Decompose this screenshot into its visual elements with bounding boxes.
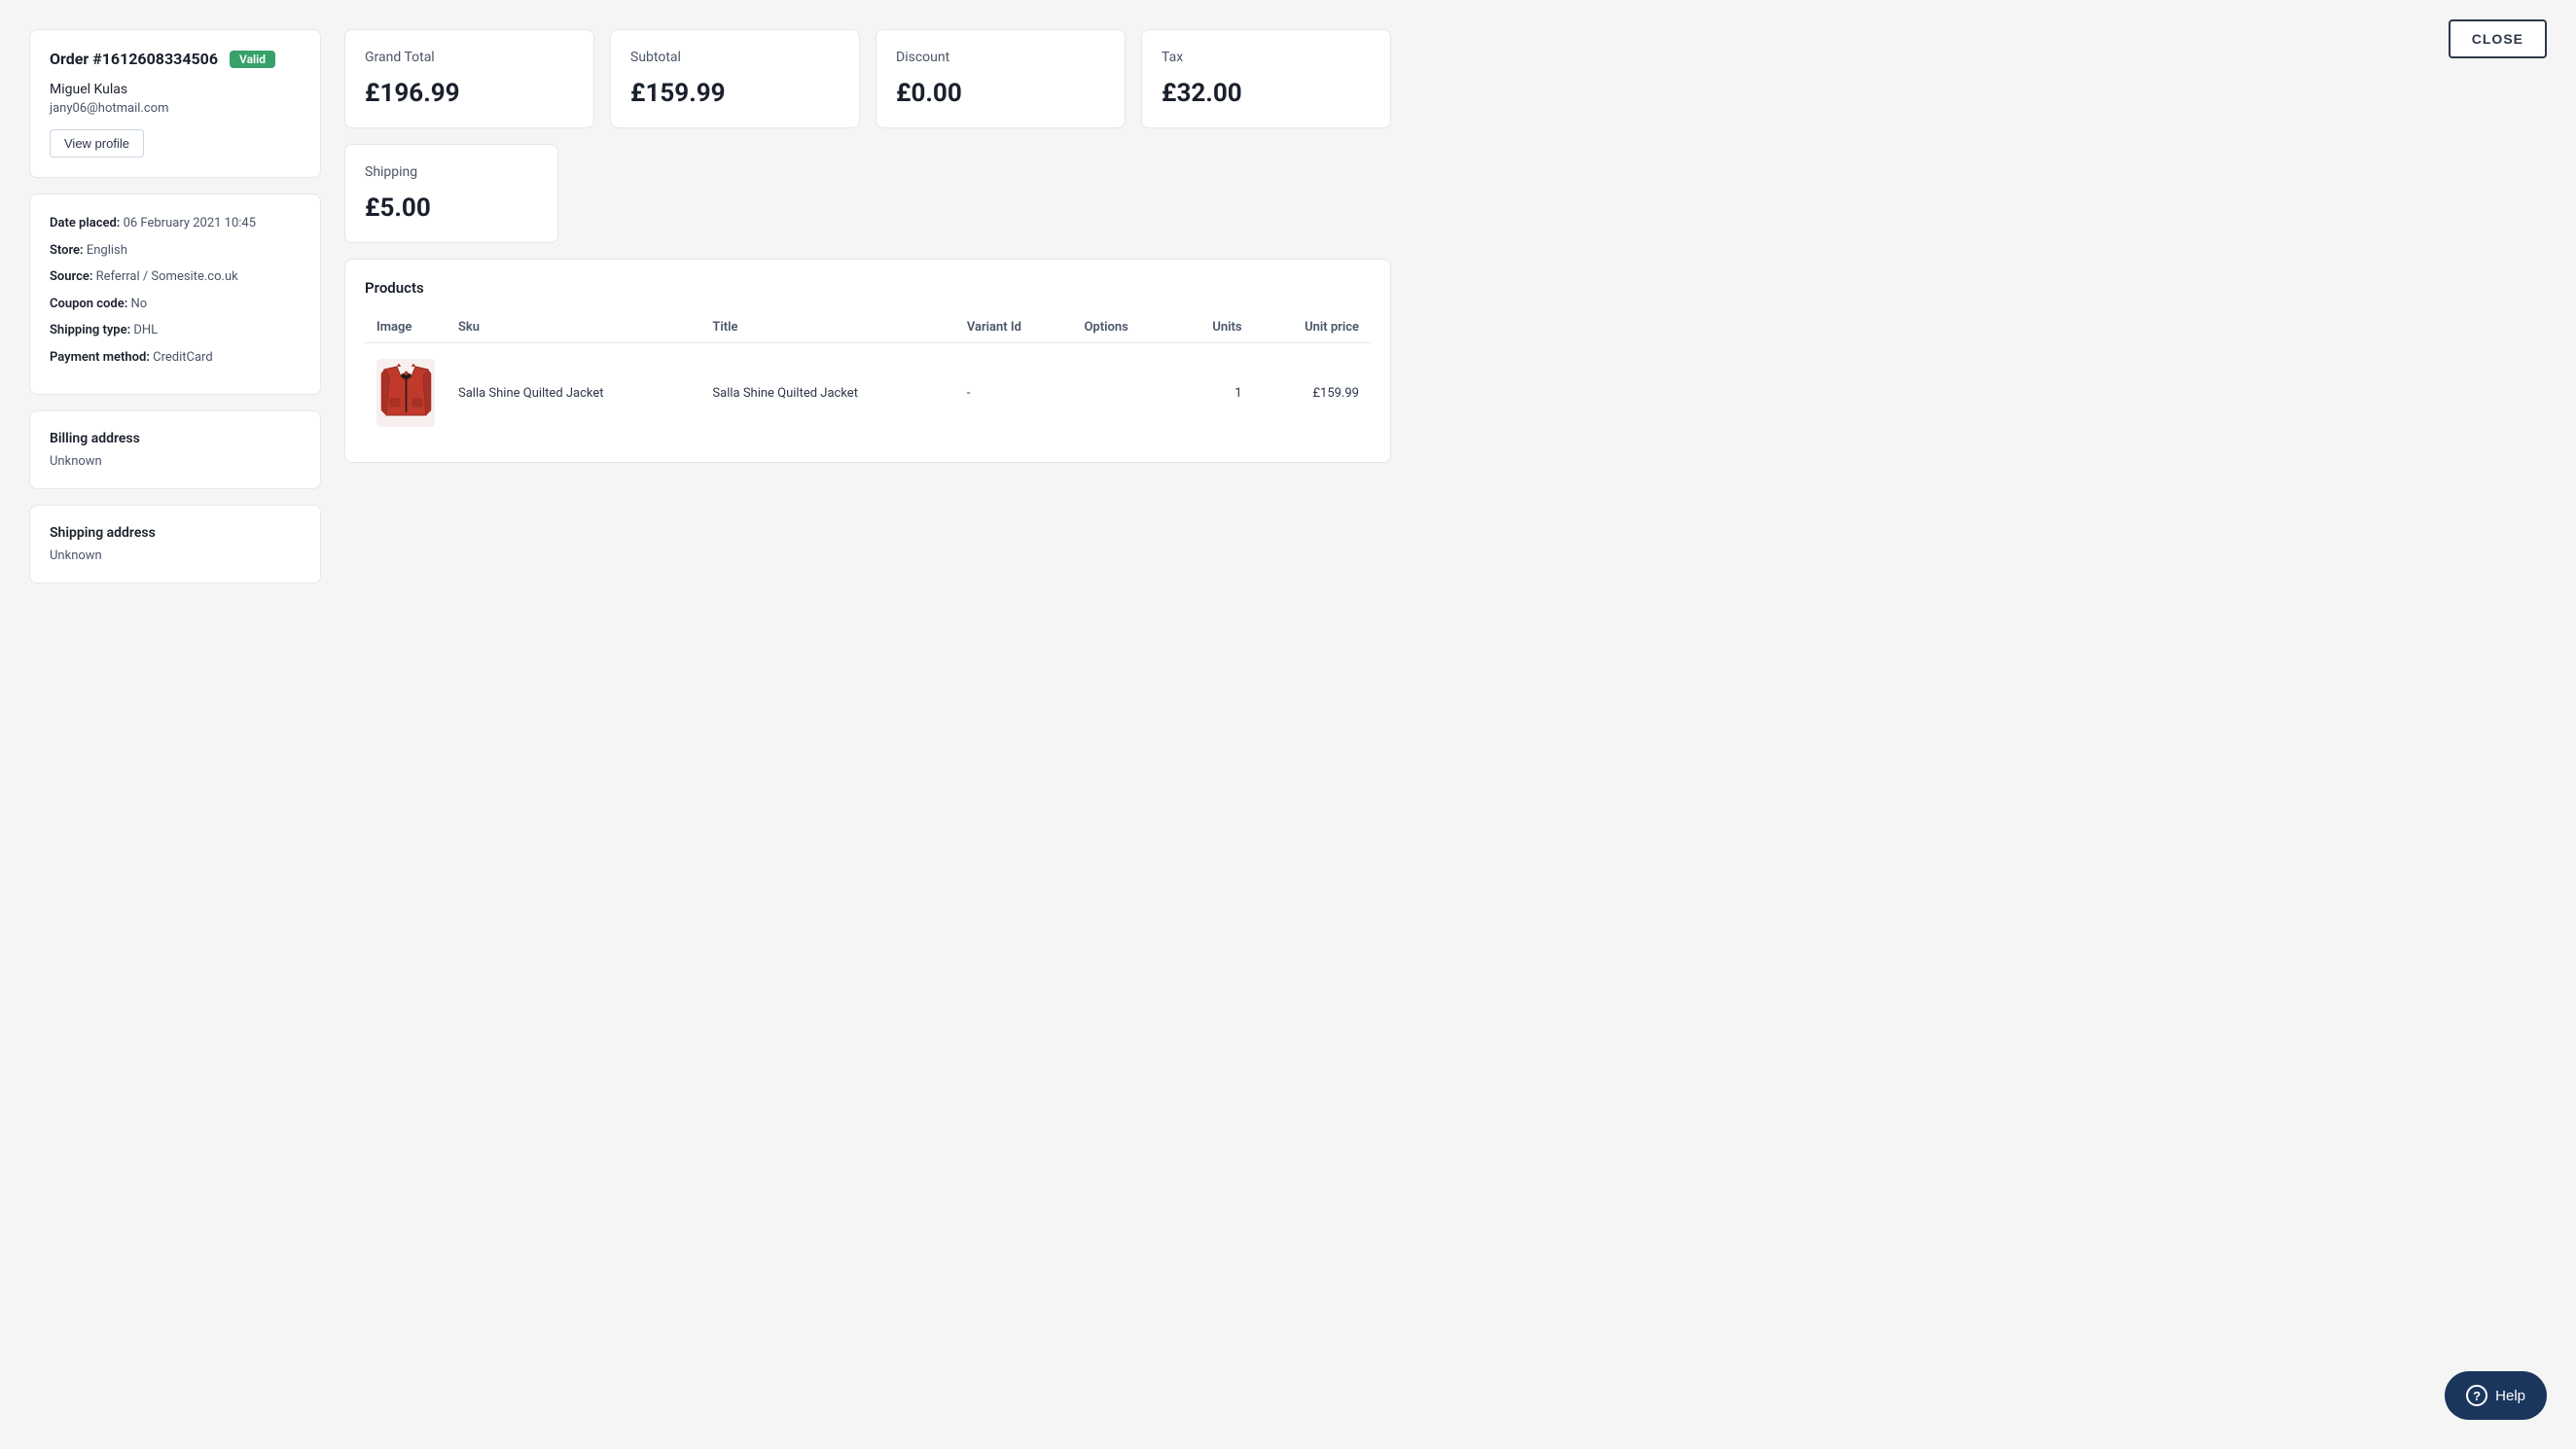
shipping-value: £5.00	[365, 194, 538, 223]
payment-method-row: Payment method: CreditCard	[50, 348, 301, 368]
col-unit-price: Unit price	[1254, 312, 1371, 343]
payment-method-value: CreditCard	[153, 350, 213, 365]
shipping-label: Shipping	[365, 164, 538, 180]
source-label: Source:	[50, 269, 92, 284]
customer-name: Miguel Kulas	[50, 82, 301, 97]
shipping-row: Shipping £5.00	[344, 144, 1391, 243]
payment-method-label: Payment method:	[50, 350, 150, 365]
tax-card: Tax £32.00	[1141, 29, 1391, 128]
billing-address-title: Billing address	[50, 431, 301, 446]
product-units: 1	[1174, 343, 1254, 443]
coupon-row: Coupon code: No	[50, 295, 301, 314]
grand-total-card: Grand Total £196.99	[344, 29, 594, 128]
help-icon: ?	[2466, 1385, 2487, 1406]
shipping-type-label: Shipping type:	[50, 323, 130, 337]
shipping-address-title: Shipping address	[50, 525, 301, 541]
col-units: Units	[1174, 312, 1254, 343]
store-value: English	[87, 243, 127, 258]
store-label: Store:	[50, 243, 84, 258]
product-unit-price: £159.99	[1254, 343, 1371, 443]
date-placed-value: 06 February 2021 10:45	[124, 216, 256, 230]
store-row: Store: English	[50, 241, 301, 261]
product-title: Salla Shine Quilted Jacket	[700, 343, 954, 443]
grand-total-value: £196.99	[365, 79, 574, 108]
shipping-type-value: DHL	[133, 323, 158, 337]
col-sku: Sku	[447, 312, 700, 343]
view-profile-button[interactable]: View profile	[50, 129, 144, 158]
col-variant-id: Variant Id	[955, 312, 1073, 343]
discount-label: Discount	[896, 50, 1105, 65]
source-value: Referral / Somesite.co.uk	[96, 269, 238, 284]
discount-card: Discount £0.00	[876, 29, 1126, 128]
products-table: Image Sku Title Variant Id Options Units…	[365, 312, 1371, 442]
products-card: Products Image Sku Title Variant Id Opti…	[344, 259, 1391, 463]
billing-address-value: Unknown	[50, 454, 301, 469]
shipping-type-row: Shipping type: DHL	[50, 321, 301, 340]
shipping-address-value: Unknown	[50, 548, 301, 563]
order-info-card: Order #1612608334506 Valid Miguel Kulas …	[29, 29, 321, 178]
subtotal-value: £159.99	[630, 79, 840, 108]
date-placed-label: Date placed:	[50, 216, 120, 230]
discount-value: £0.00	[896, 79, 1105, 108]
product-image-cell	[365, 343, 447, 443]
help-button[interactable]: ? Help	[2445, 1371, 2547, 1420]
order-header: Order #1612608334506 Valid	[50, 50, 301, 68]
left-sidebar: Order #1612608334506 Valid Miguel Kulas …	[29, 29, 321, 583]
table-row: Salla Shine Quilted Jacket Salla Shine Q…	[365, 343, 1371, 443]
product-sku: Salla Shine Quilted Jacket	[447, 343, 700, 443]
product-options	[1072, 343, 1173, 443]
col-image: Image	[365, 312, 447, 343]
date-placed-row: Date placed: 06 February 2021 10:45	[50, 214, 301, 233]
summary-row: Grand Total £196.99 Subtotal £159.99 Dis…	[344, 29, 1391, 128]
products-title: Products	[365, 279, 1371, 297]
order-title: Order #1612608334506	[50, 50, 218, 68]
tax-value: £32.00	[1162, 79, 1371, 108]
order-details-card: Date placed: 06 February 2021 10:45 Stor…	[29, 194, 321, 395]
order-status-badge: Valid	[230, 51, 275, 68]
product-image	[376, 359, 435, 427]
col-title: Title	[700, 312, 954, 343]
coupon-value: No	[131, 297, 148, 311]
help-label: Help	[2495, 1388, 2525, 1404]
shipping-card: Shipping £5.00	[344, 144, 558, 243]
source-row: Source: Referral / Somesite.co.uk	[50, 267, 301, 287]
coupon-label: Coupon code:	[50, 297, 127, 311]
shipping-address-card: Shipping address Unknown	[29, 505, 321, 583]
close-button[interactable]: CLOSE	[2449, 19, 2547, 58]
billing-address-card: Billing address Unknown	[29, 410, 321, 489]
subtotal-card: Subtotal £159.99	[610, 29, 860, 128]
customer-email: jany06@hotmail.com	[50, 101, 301, 116]
subtotal-label: Subtotal	[630, 50, 840, 65]
right-content: Grand Total £196.99 Subtotal £159.99 Dis…	[344, 29, 1391, 583]
products-table-header: Image Sku Title Variant Id Options Units…	[365, 312, 1371, 343]
grand-total-label: Grand Total	[365, 50, 574, 65]
tax-label: Tax	[1162, 50, 1371, 65]
product-variant-id: -	[955, 343, 1073, 443]
col-options: Options	[1072, 312, 1173, 343]
